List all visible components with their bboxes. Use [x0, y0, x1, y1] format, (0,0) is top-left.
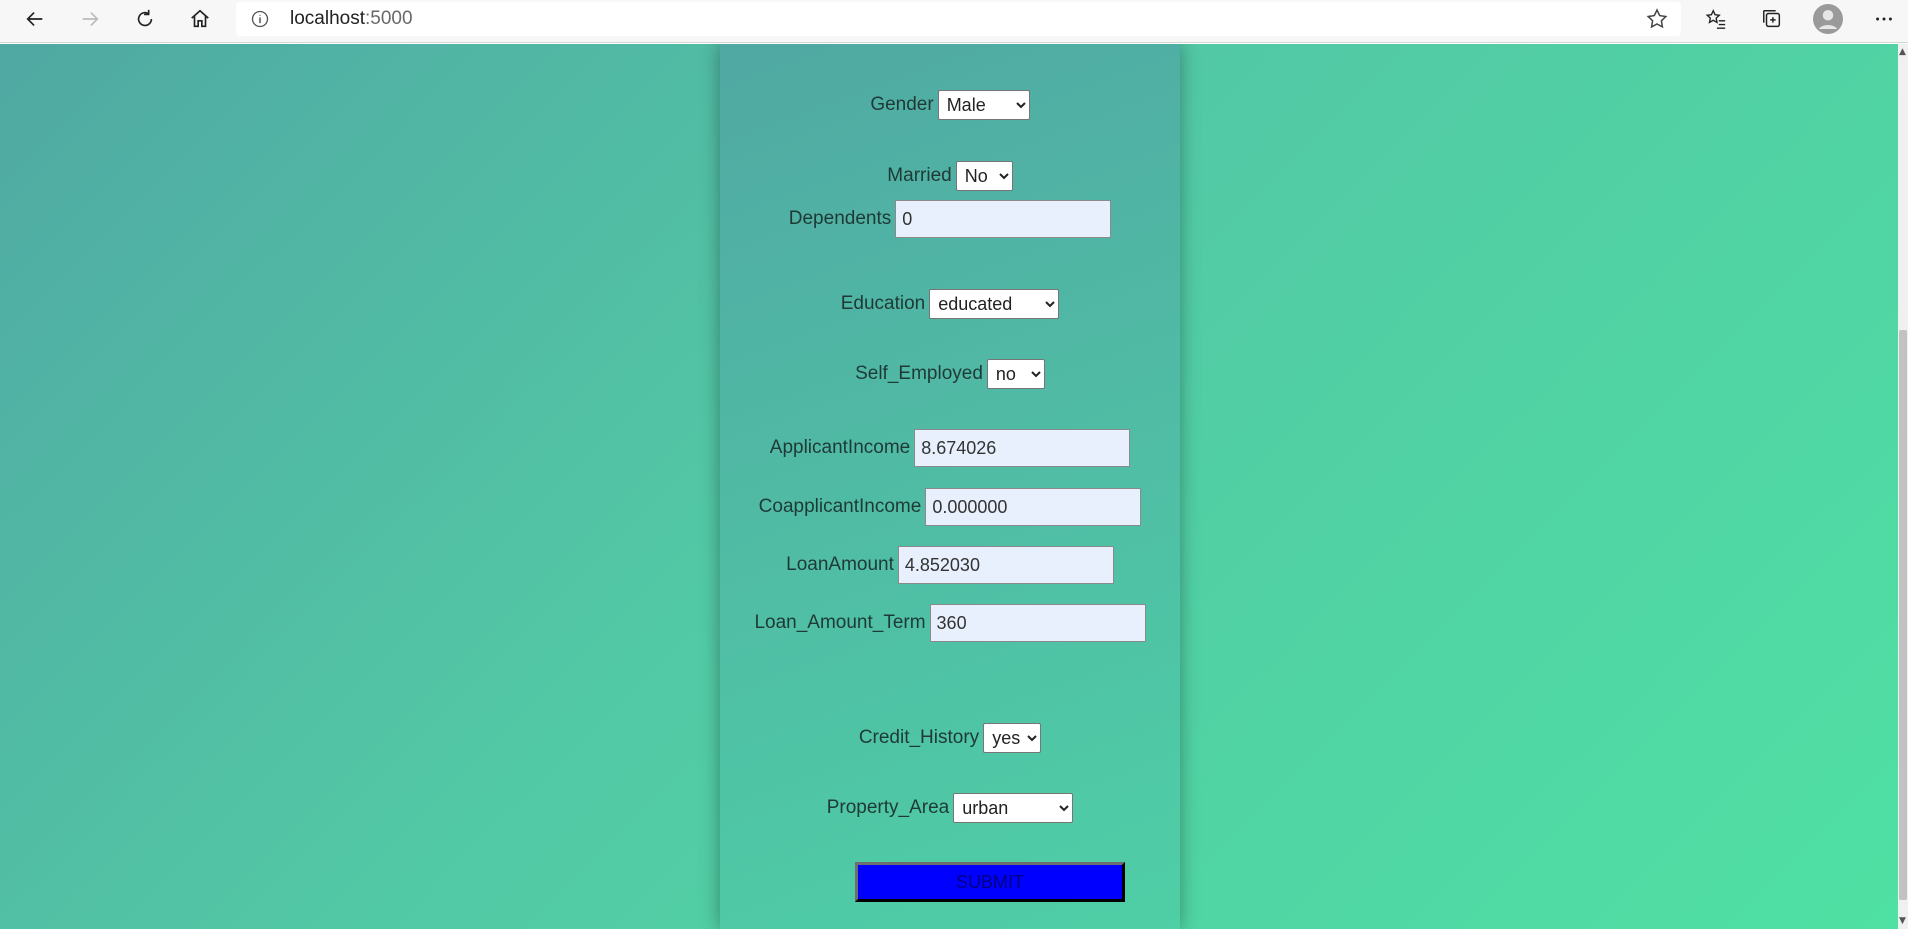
coapplicant-income-input[interactable]: [925, 488, 1142, 526]
browser-toolbar: localhost:5000: [0, 0, 1908, 43]
loan-amount-input[interactable]: [897, 546, 1114, 584]
credit-history-label: Credit_History: [858, 727, 980, 748]
applicant-income-label: ApplicantIncome: [769, 437, 911, 458]
self-employed-row: Self_Employed no: [720, 359, 1180, 389]
address-bar[interactable]: localhost:5000: [236, 2, 1681, 36]
loan-amount-label: LoanAmount: [786, 554, 894, 575]
married-label: Married: [887, 165, 952, 186]
page-background: Gender Male Married No Dependents Educat…: [0, 44, 1898, 929]
applicant-income-row: ApplicantIncome: [720, 429, 1180, 467]
education-select[interactable]: educated: [929, 289, 1060, 319]
scroll-thumb[interactable]: [1899, 330, 1907, 900]
url-port: :5000: [365, 8, 413, 29]
loan-amount-term-label: Loan_Amount_Term: [754, 612, 926, 633]
scroll-up-arrow-icon[interactable]: ▲: [1899, 47, 1906, 57]
scroll-down-arrow-icon[interactable]: ▼: [1899, 916, 1906, 926]
home-button[interactable]: [180, 0, 220, 38]
more-menu-button[interactable]: [1864, 0, 1904, 38]
page-scrollbar[interactable]: ▲ ▼: [1898, 44, 1908, 929]
refresh-icon: [137, 9, 153, 27]
avatar-icon: [1813, 4, 1843, 34]
coapplicant-income-row: CoapplicantIncome: [720, 488, 1180, 526]
coapplicant-income-label: CoapplicantIncome: [758, 496, 922, 517]
gender-row: Gender Male: [720, 90, 1180, 120]
dependents-label: Dependents: [788, 208, 892, 229]
married-row: Married No: [720, 161, 1180, 191]
married-select[interactable]: No: [955, 161, 1013, 191]
self-employed-label: Self_Employed: [855, 363, 983, 384]
loan-form-card: Gender Male Married No Dependents Educat…: [720, 44, 1180, 929]
collections-icon: [1763, 10, 1781, 28]
forward-arrow-icon: [82, 11, 99, 27]
url-host: localhost: [290, 8, 365, 29]
loan-amount-term-input[interactable]: [929, 604, 1146, 642]
url-text: localhost:5000: [290, 8, 413, 30]
applicant-income-input[interactable]: [914, 429, 1131, 467]
education-label: Education: [840, 293, 926, 314]
refresh-button[interactable]: [125, 0, 165, 38]
more-dots-icon: [1876, 17, 1892, 21]
profile-button[interactable]: [1808, 0, 1848, 38]
favorite-star-icon[interactable]: [1645, 7, 1669, 31]
submit-button[interactable]: SUBMIT: [855, 862, 1125, 902]
favorites-list-icon: [1705, 9, 1726, 29]
info-icon[interactable]: [250, 9, 270, 29]
loan-amount-term-row: Loan_Amount_Term: [720, 604, 1180, 642]
education-row: Education educated: [720, 289, 1180, 319]
property-area-row: Property_Area urban: [720, 793, 1180, 823]
credit-history-row: Credit_History yes: [720, 723, 1180, 753]
forward-button[interactable]: [70, 0, 110, 38]
property-area-select[interactable]: urban: [953, 793, 1074, 823]
collections-button[interactable]: [1752, 0, 1792, 38]
loan-amount-row: LoanAmount: [720, 546, 1180, 584]
back-button[interactable]: [15, 0, 55, 38]
dependents-input[interactable]: [895, 200, 1112, 238]
favorites-button[interactable]: [1696, 0, 1736, 38]
self-employed-select[interactable]: no: [986, 359, 1045, 389]
home-icon: [191, 9, 209, 28]
gender-select[interactable]: Male: [937, 90, 1030, 120]
back-arrow-icon: [26, 11, 43, 27]
gender-label: Gender: [870, 94, 934, 115]
credit-history-select[interactable]: yes: [983, 723, 1042, 753]
dependents-row: Dependents: [720, 200, 1180, 238]
property-area-label: Property_Area: [826, 797, 950, 818]
